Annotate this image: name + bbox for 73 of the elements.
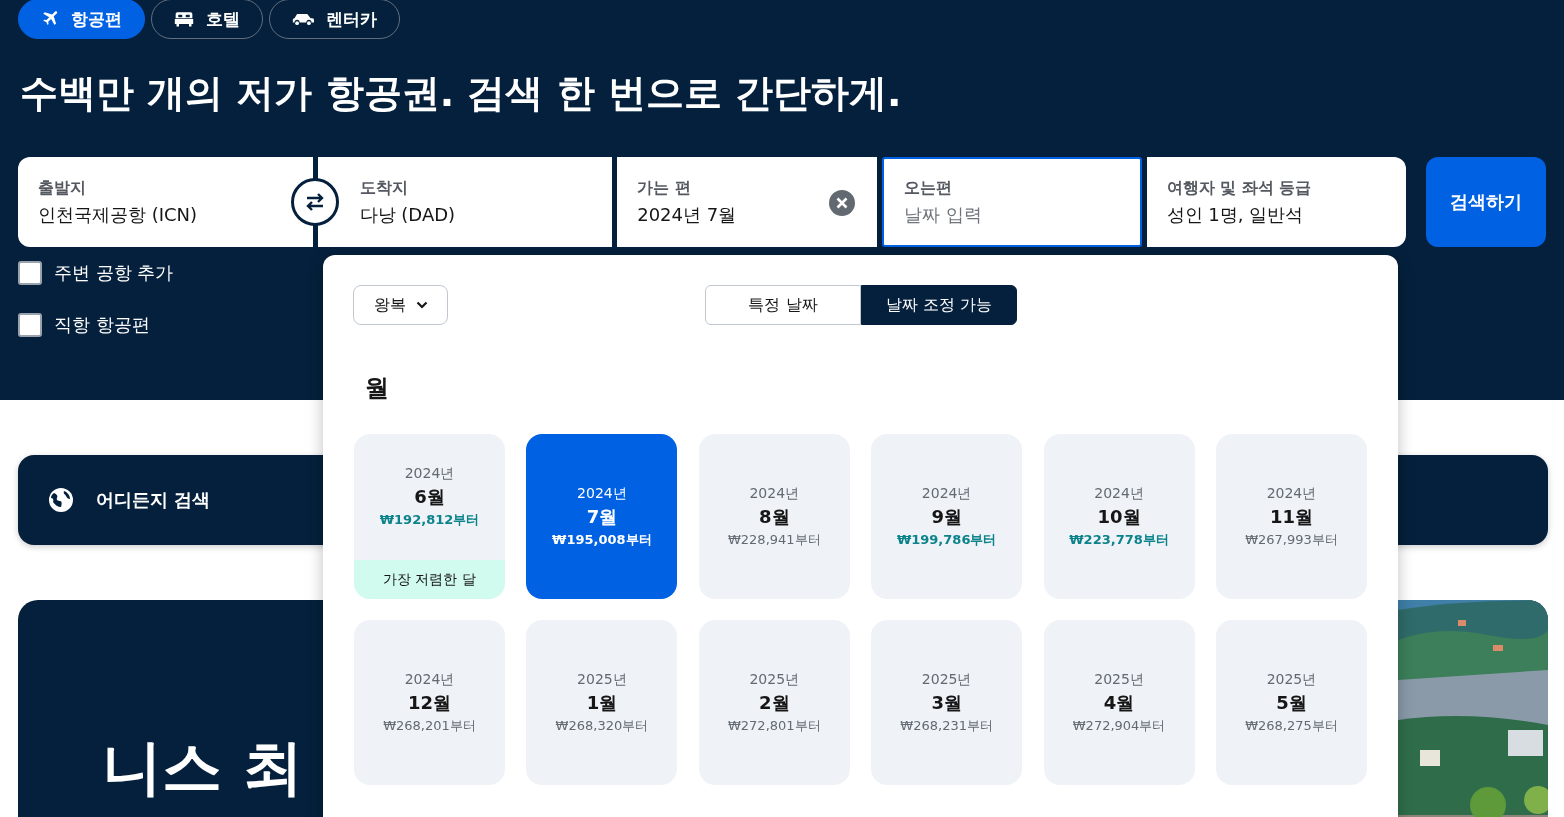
search-field[interactable]: 도착지 다낭 (DAD)	[317, 157, 613, 247]
year-label: 2025년	[749, 670, 800, 689]
trip-type-dropdown[interactable]: 왕복	[353, 285, 448, 325]
checkbox[interactable]	[18, 261, 42, 285]
month-card[interactable]: 2025년 5월 ₩268,275부터	[1215, 620, 1367, 785]
month-label: 12월	[407, 690, 452, 715]
page-headline: 수백만 개의 저가 항공권. 검색 한 번으로 간단하게.	[20, 70, 903, 117]
price-label: ₩192,812부터	[379, 511, 480, 529]
checkbox[interactable]	[18, 313, 42, 337]
month-label: 5월	[1276, 690, 1307, 715]
year-label: 2024년	[921, 484, 972, 503]
price-label: ₩195,008부터	[552, 530, 652, 549]
clear-icon[interactable]	[828, 190, 855, 216]
month-label: 10월	[1097, 504, 1141, 529]
month-card[interactable]: 2025년 4월 ₩272,904부터	[1043, 620, 1195, 785]
checkbox-label: 직항 항공편	[54, 313, 150, 337]
section-title: 월	[365, 373, 389, 403]
category-tab[interactable]: 항공편	[18, 0, 145, 39]
year-label: 2024년	[1094, 484, 1144, 503]
year-label: 2025년	[1094, 670, 1144, 689]
price-label: ₩268,320부터	[555, 716, 649, 735]
price-label: ₩268,201부터	[383, 716, 476, 735]
month-label: 1월	[586, 690, 618, 715]
month-card[interactable]: 2024년 10월 ₩223,778부터	[1043, 434, 1195, 599]
month-card[interactable]: 2025년 2월 ₩272,801부터	[698, 620, 850, 785]
year-label: 2024년	[404, 465, 455, 483]
year-label: 2024년	[577, 484, 627, 503]
price-label: ₩272,904부터	[1072, 716, 1166, 735]
cheapest-badge: 가장 저렴한 달	[354, 560, 505, 599]
search-field[interactable]: 가는 편 2024년 7월	[617, 157, 877, 247]
month-card[interactable]: 2025년 1월 ₩268,320부터	[526, 620, 678, 785]
month-card[interactable]: 2024년 12월 ₩268,201부터	[354, 620, 505, 785]
checkbox-label: 주변 공항 추가	[54, 261, 174, 285]
year-label: 2024년	[404, 670, 455, 689]
year-label: 2025년	[1266, 670, 1317, 689]
year-label: 2024년	[749, 484, 800, 503]
price-label: ₩199,786부터	[896, 530, 997, 549]
price-label: ₩223,778부터	[1069, 530, 1169, 549]
plane-icon	[41, 10, 59, 28]
month-label: 6월	[414, 485, 445, 509]
price-label: ₩228,941부터	[727, 530, 821, 549]
chevron-down-icon	[415, 301, 428, 309]
search-button[interactable]: 검색하기	[1426, 157, 1546, 247]
price-label: ₩272,801부터	[727, 716, 821, 735]
search-field[interactable]: 여행자 및 좌석 등급 성인 1명, 일반석	[1146, 157, 1407, 247]
date-mode-tab[interactable]: 날짜 조정 가능	[861, 285, 1017, 325]
date-mode-tab[interactable]: 특정 날짜	[705, 285, 861, 325]
promo-title: 니스 최	[102, 735, 304, 804]
month-label: 7월	[586, 504, 618, 529]
month-label: 8월	[759, 504, 790, 529]
month-label: 4월	[1103, 690, 1135, 715]
month-card[interactable]: 2024년 11월 ₩267,993부터	[1215, 434, 1367, 599]
bed-icon	[174, 10, 194, 28]
year-label: 2025년	[921, 670, 972, 689]
year-label: 2025년	[577, 670, 627, 689]
price-label: ₩268,275부터	[1245, 716, 1338, 735]
search-field[interactable]: 출발지 인천국제공항 (ICN)	[18, 157, 313, 247]
price-label: ₩267,993부터	[1245, 530, 1338, 549]
price-label: ₩268,231부터	[900, 716, 993, 735]
car-icon	[292, 11, 314, 27]
year-label: 2024년	[1266, 484, 1317, 503]
month-label: 9월	[931, 504, 962, 529]
month-label: 3월	[931, 690, 962, 715]
globe-icon	[48, 487, 74, 513]
search-field[interactable]: 오는편 날짜 입력	[881, 157, 1142, 247]
month-card[interactable]: 2025년 3월 ₩268,231부터	[871, 620, 1023, 785]
month-card[interactable]: 2024년 7월 ₩195,008부터	[526, 434, 678, 599]
month-label: 2월	[759, 690, 790, 715]
month-card[interactable]: 2024년 9월 ₩199,786부터	[871, 434, 1023, 599]
swap-icon	[305, 193, 325, 211]
month-label: 11월	[1269, 504, 1313, 529]
month-card[interactable]: 2024년 8월 ₩228,941부터	[698, 434, 850, 599]
month-card[interactable]: 2024년 6월 ₩192,812부터 가장 저렴한 달	[354, 434, 505, 599]
